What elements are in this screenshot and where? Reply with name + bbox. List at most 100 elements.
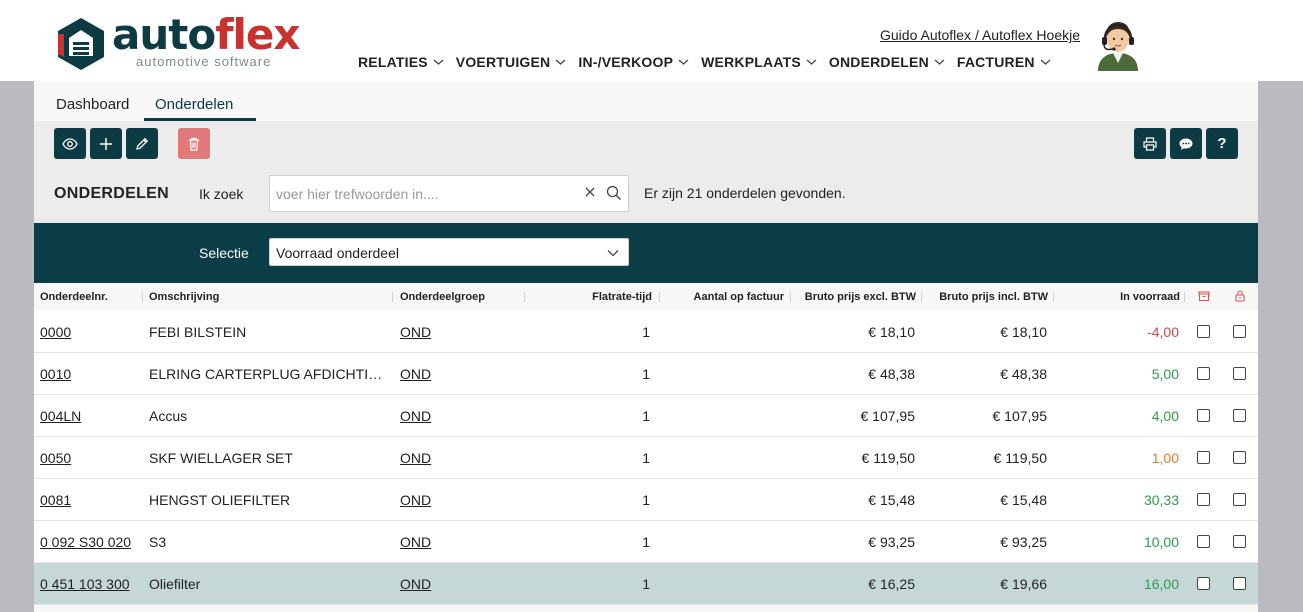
price-excl-value: € 107,95 bbox=[860, 408, 916, 424]
add-button[interactable] bbox=[90, 128, 122, 159]
order-checkbox[interactable] bbox=[1197, 367, 1210, 380]
user-account-link[interactable]: Guido Autoflex / Autoflex Hoekje bbox=[880, 27, 1080, 43]
part-description: Oliefilter bbox=[149, 576, 201, 592]
flatrate-value: 1 bbox=[642, 408, 650, 424]
print-button[interactable] bbox=[1134, 128, 1166, 159]
column-separator[interactable] bbox=[659, 292, 660, 302]
parts-table: Onderdeelnr. Omschrijving Onderdeelgroep… bbox=[34, 283, 1258, 605]
table-row[interactable]: 0081 HENGST OLIEFILTER OND 1 € 15,48 € 1… bbox=[34, 479, 1258, 521]
col-header-incl[interactable]: Bruto prijs incl. BTW bbox=[927, 291, 1048, 303]
part-group-link[interactable]: OND bbox=[400, 492, 460, 508]
lock-checkbox[interactable] bbox=[1233, 577, 1246, 590]
table-row[interactable]: 0050 SKF WIELLAGER SET OND 1 € 119,50 € … bbox=[34, 437, 1258, 479]
part-number-link[interactable]: 0010 bbox=[40, 366, 140, 382]
col-header-excl[interactable]: Bruto prijs excl. BTW bbox=[796, 291, 916, 303]
part-number-link[interactable]: 0000 bbox=[40, 324, 140, 340]
column-separator[interactable] bbox=[1053, 292, 1054, 302]
nav-facturen[interactable]: FACTUREN bbox=[957, 54, 1051, 70]
edit-button[interactable] bbox=[126, 128, 158, 159]
flatrate-value: 1 bbox=[642, 576, 650, 592]
price-excl-value: € 119,50 bbox=[861, 450, 915, 466]
column-separator[interactable] bbox=[1184, 292, 1185, 302]
column-separator[interactable] bbox=[142, 292, 143, 302]
part-group-link[interactable]: OND bbox=[400, 408, 460, 424]
tab-onderdelen[interactable]: Onderdelen bbox=[155, 96, 233, 113]
column-separator[interactable] bbox=[921, 292, 922, 302]
price-incl-value: € 93,25 bbox=[1000, 534, 1047, 550]
part-description: HENGST OLIEFILTER bbox=[149, 492, 291, 508]
price-incl-value: € 107,95 bbox=[992, 408, 1048, 424]
chat-icon bbox=[1179, 138, 1193, 150]
clear-icon[interactable] bbox=[583, 185, 597, 199]
stock-value: 1,00 bbox=[1151, 450, 1179, 466]
column-separator[interactable] bbox=[790, 292, 791, 302]
lock-checkbox[interactable] bbox=[1233, 367, 1246, 380]
col-header-desc[interactable]: Omschrijving bbox=[149, 291, 219, 303]
flatrate-value: 1 bbox=[642, 492, 650, 508]
content-panel: Dashboard Onderdelen ? ONDERDELEN Ik zoe… bbox=[34, 81, 1258, 612]
col-header-grp[interactable]: Onderdeelgroep bbox=[400, 291, 485, 303]
part-number-link[interactable]: 004LN bbox=[40, 408, 140, 424]
part-number-link[interactable]: 0 451 103 300 bbox=[40, 576, 140, 592]
col-header-aantal[interactable]: Aantal op factuur bbox=[674, 291, 784, 303]
view-button[interactable] bbox=[54, 128, 86, 159]
lock-checkbox[interactable] bbox=[1233, 325, 1246, 338]
column-separator[interactable] bbox=[524, 292, 525, 302]
part-group-link[interactable]: OND bbox=[400, 366, 460, 382]
nav-relaties[interactable]: RELATIES bbox=[358, 54, 444, 70]
lock-checkbox[interactable] bbox=[1233, 451, 1246, 464]
table-row[interactable]: 0 092 S30 020 S3 OND 1 € 93,25 € 93,25 1… bbox=[34, 521, 1258, 563]
nav-in-verkoop[interactable]: IN-/VERKOOP bbox=[578, 54, 689, 70]
support-avatar-icon[interactable] bbox=[1094, 19, 1142, 71]
part-number-link[interactable]: 0081 bbox=[40, 492, 140, 508]
delete-button[interactable] bbox=[178, 128, 210, 159]
selectie-dropdown[interactable]: Voorraad onderdeel bbox=[269, 238, 629, 266]
chevron-down-icon bbox=[1040, 59, 1051, 65]
pencil-icon bbox=[136, 137, 149, 150]
order-checkbox[interactable] bbox=[1197, 577, 1210, 590]
table-row[interactable]: 0010 ELRING CARTERPLUG AFDICHTING OND 1 … bbox=[34, 353, 1258, 395]
order-checkbox[interactable] bbox=[1197, 493, 1210, 506]
table-row[interactable]: 004LN Accus OND 1 € 107,95 € 107,95 4,00 bbox=[34, 395, 1258, 437]
chevron-down-icon bbox=[806, 59, 817, 65]
autoflex-logo[interactable]: autoflex automotive software bbox=[54, 10, 300, 74]
search-box bbox=[269, 175, 629, 212]
lock-checkbox[interactable] bbox=[1233, 493, 1246, 506]
nav-werkplaats[interactable]: WERKPLAATS bbox=[701, 54, 817, 70]
col-header-nr[interactable]: Onderdeelnr. bbox=[40, 291, 108, 303]
lock-checkbox[interactable] bbox=[1233, 409, 1246, 422]
part-number-link[interactable]: 0 092 S30 020 bbox=[40, 534, 140, 550]
selectie-label: Selectie bbox=[199, 245, 249, 261]
lock-checkbox[interactable] bbox=[1233, 535, 1246, 548]
search-icon[interactable] bbox=[606, 185, 622, 201]
part-group-link[interactable]: OND bbox=[400, 576, 460, 592]
part-group-link[interactable]: OND bbox=[400, 324, 460, 340]
page-title: ONDERDELEN bbox=[54, 185, 170, 202]
part-group-link[interactable]: OND bbox=[400, 450, 460, 466]
order-checkbox[interactable] bbox=[1197, 325, 1210, 338]
order-checkbox[interactable] bbox=[1197, 451, 1210, 464]
lock-icon[interactable] bbox=[1234, 290, 1246, 302]
table-row[interactable]: 0000 FEBI BILSTEIN OND 1 € 18,10 € 18,10… bbox=[34, 311, 1258, 353]
price-excl-value: € 18,10 bbox=[868, 324, 915, 340]
trash-icon bbox=[189, 137, 199, 151]
part-group-link[interactable]: OND bbox=[400, 534, 460, 550]
stock-value: 10,00 bbox=[1143, 534, 1179, 550]
price-incl-value: € 15,48 bbox=[1000, 492, 1047, 508]
col-header-flatrate[interactable]: Flatrate-tijd bbox=[554, 291, 652, 303]
order-checkbox[interactable] bbox=[1197, 535, 1210, 548]
order-checkbox[interactable] bbox=[1197, 409, 1210, 422]
box-icon[interactable] bbox=[1198, 290, 1210, 302]
column-separator[interactable] bbox=[392, 292, 393, 302]
chat-button[interactable] bbox=[1170, 128, 1202, 159]
search-input[interactable] bbox=[276, 184, 572, 204]
part-description: SKF WIELLAGER SET bbox=[149, 450, 293, 466]
table-row-selected[interactable]: 0 451 103 300 Oliefilter OND 1 € 16,25 €… bbox=[34, 563, 1258, 605]
price-incl-value: € 48,38 bbox=[1000, 366, 1047, 382]
col-header-voorraad[interactable]: In voorraad bbox=[1094, 291, 1180, 303]
part-number-link[interactable]: 0050 bbox=[40, 450, 140, 466]
help-button[interactable]: ? bbox=[1206, 128, 1238, 159]
nav-onderdelen[interactable]: ONDERDELEN bbox=[829, 54, 945, 70]
tab-dashboard[interactable]: Dashboard bbox=[56, 96, 129, 113]
nav-voertuigen[interactable]: VOERTUIGEN bbox=[456, 54, 567, 70]
